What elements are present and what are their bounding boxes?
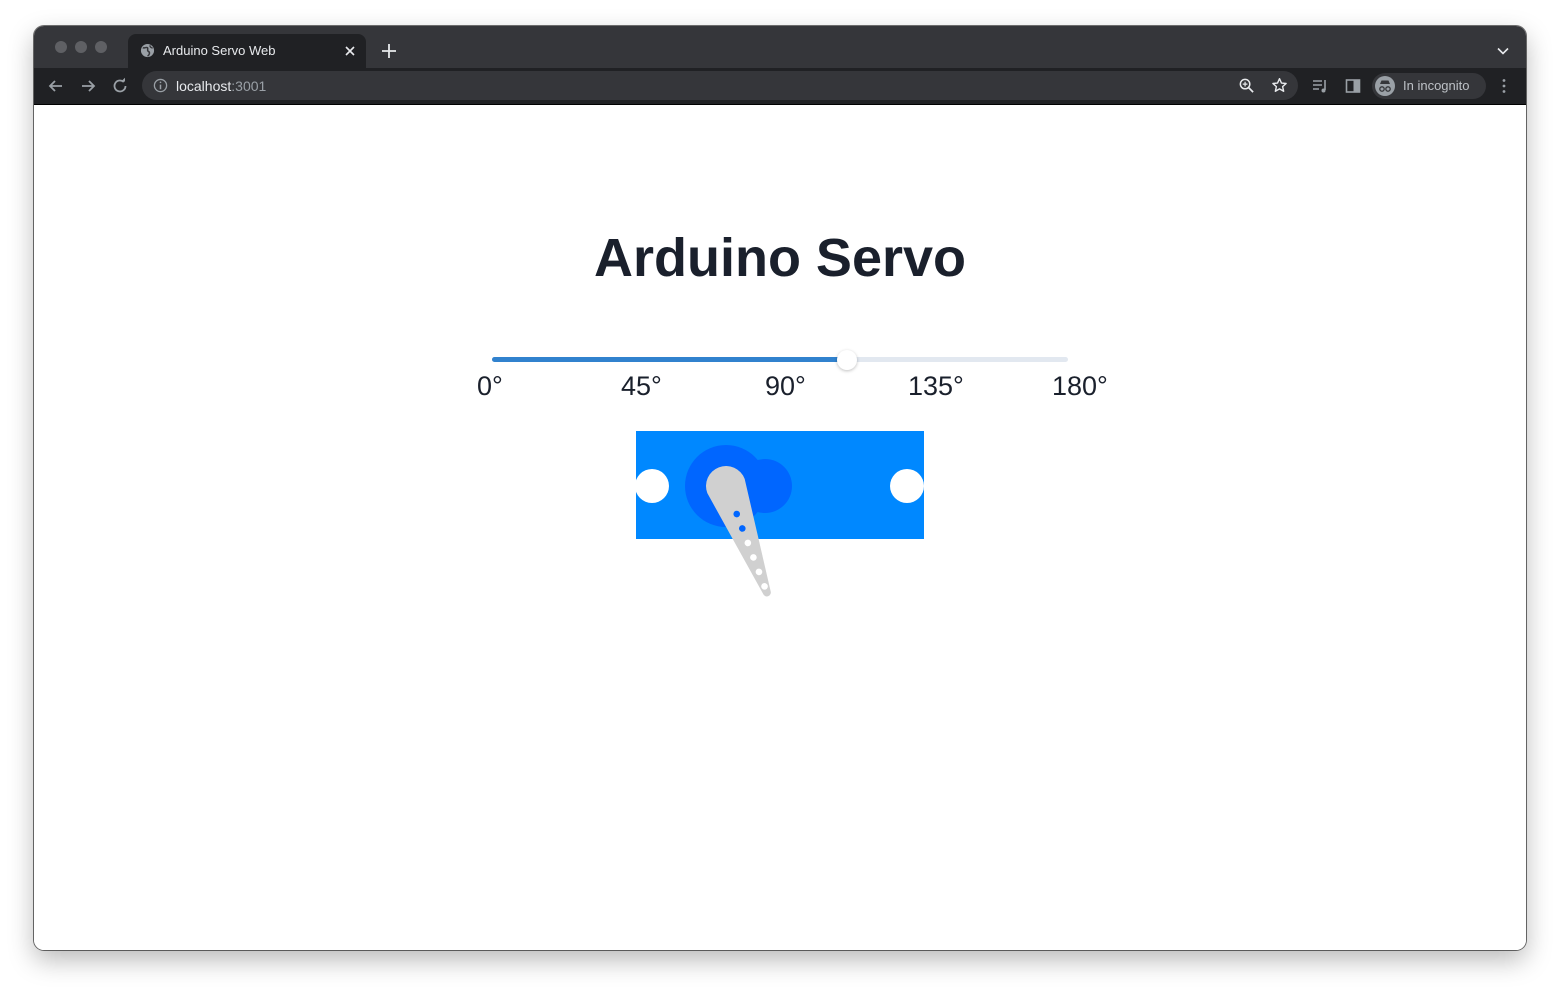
zoom-icon[interactable] (1238, 77, 1255, 94)
url-text: localhost:3001 (176, 78, 266, 94)
tab-active[interactable]: Arduino Servo Web (128, 34, 366, 68)
servo-output-gear (685, 445, 767, 527)
info-icon[interactable] (153, 78, 168, 93)
maximize-window-button[interactable] (95, 41, 107, 53)
address-bar[interactable]: localhost:3001 (142, 71, 1298, 100)
close-window-button[interactable] (55, 41, 67, 53)
close-tab-icon[interactable] (343, 44, 357, 58)
tick-label-45: 45° (621, 371, 662, 401)
browser-toolbar: localhost:3001 In incognito (34, 68, 1526, 104)
servo-mount-hole-right (890, 469, 924, 503)
reload-icon[interactable] (111, 77, 129, 95)
url-port: :3001 (231, 78, 267, 94)
servo-horn-hole (750, 554, 757, 561)
star-icon[interactable] (1271, 77, 1288, 94)
servo-horn-arm (706, 466, 771, 597)
url-host: localhost (176, 78, 232, 94)
side-panel-icon[interactable] (1344, 77, 1362, 95)
servo-horn-hole (761, 583, 768, 590)
servo-horn-hole (755, 568, 763, 576)
incognito-label: In incognito (1403, 78, 1470, 93)
servo-horn-hole (744, 539, 752, 547)
slider-thumb[interactable] (837, 350, 858, 370)
back-arrow-icon[interactable] (47, 77, 65, 95)
slider-filled-track (492, 357, 848, 362)
servo-horn (706, 466, 771, 597)
forward-arrow-icon[interactable] (79, 77, 97, 95)
servo-horn-hole (739, 525, 746, 532)
tab-title: Arduino Servo Web (163, 43, 276, 58)
tab-strip: Arduino Servo Web (34, 26, 1526, 68)
page-viewport: Arduino Servo 0° 45° 90° 135° 180° (34, 105, 1526, 950)
new-tab-icon[interactable] (380, 42, 398, 60)
servo-horn-hole (733, 510, 741, 518)
servo-body (636, 431, 924, 539)
tick-label-135: 135° (908, 371, 964, 401)
incognito-icon (1375, 76, 1395, 96)
browser-window: Arduino Servo Web localhost:3001 In inco… (34, 26, 1526, 950)
tick-label-90: 90° (765, 371, 806, 401)
page-title: Arduino Servo (593, 228, 967, 288)
globe-icon (140, 43, 155, 58)
chevron-down-icon[interactable] (1496, 44, 1510, 58)
servo-mount-hole-left (635, 469, 669, 503)
servo-gear-small (738, 459, 792, 513)
more-menu-icon[interactable] (1495, 77, 1513, 95)
reading-list-icon[interactable] (1311, 77, 1329, 95)
tick-label-180: 180° (1052, 371, 1108, 401)
tick-label-0: 0° (477, 371, 503, 401)
angle-slider[interactable] (492, 350, 1068, 370)
minimize-window-button[interactable] (75, 41, 87, 53)
incognito-profile-button[interactable]: In incognito (1372, 73, 1486, 99)
